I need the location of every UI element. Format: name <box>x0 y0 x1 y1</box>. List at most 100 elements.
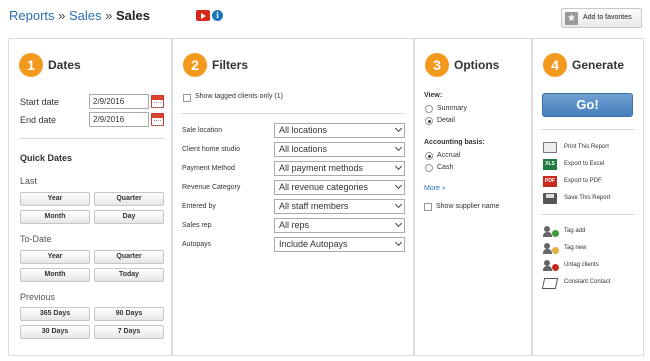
accounting-basis-label: Accounting basis: <box>424 139 485 146</box>
dates-title: Dates <box>48 58 81 72</box>
sale-location-select[interactable]: All locations <box>274 123 405 138</box>
filter-label: Payment Method <box>182 165 235 172</box>
tag-new-icon[interactable] <box>543 243 559 255</box>
plus-badge-icon <box>552 230 559 237</box>
go-button[interactable]: Go! <box>542 93 633 117</box>
more-options-link[interactable]: More » <box>424 185 446 192</box>
view-summary-radio[interactable] <box>425 105 433 113</box>
show-tagged-checkbox[interactable] <box>183 94 191 102</box>
generate-title: Generate <box>572 58 625 72</box>
info-icon[interactable]: i <box>212 10 223 21</box>
chevron-down-icon <box>394 124 403 133</box>
divider <box>541 214 635 215</box>
print-report-link[interactable]: Print This Report <box>564 144 609 150</box>
tag-add-link[interactable]: Tag add <box>564 228 585 234</box>
add-to-favorites-button[interactable]: ★ Add to favorites <box>561 8 642 28</box>
save-icon[interactable] <box>543 193 557 204</box>
chevron-down-icon <box>394 162 403 171</box>
options-panel: 3 Options View: Summary Detail Accounting… <box>414 38 532 356</box>
constant-contact-link[interactable]: Constant Contact <box>564 279 610 285</box>
filter-label: Entered by <box>182 203 216 210</box>
entered-by-select[interactable]: All staff members <box>274 199 405 214</box>
add-to-favorites-label: Add to favorites <box>583 14 632 21</box>
options-title: Options <box>454 58 500 72</box>
options-header: 3 Options <box>425 53 499 77</box>
breadcrumb-sales-link[interactable]: Sales <box>69 8 102 23</box>
breadcrumb-separator: » <box>54 8 69 23</box>
step-badge: 3 <box>425 53 449 77</box>
start-date-input[interactable]: 2/9/2016 <box>89 94 149 109</box>
untag-clients-link[interactable]: Untag clients <box>564 262 599 268</box>
breadcrumb-reports-link[interactable]: Reports <box>9 8 55 23</box>
select-value: All payment methods <box>279 163 364 173</box>
breadcrumb: Reports » Sales » Sales <box>9 8 150 23</box>
sales-rep-select[interactable]: All reps <box>274 218 405 233</box>
pdf-icon[interactable]: PDF <box>543 176 557 187</box>
to-date-year-button[interactable]: Year <box>20 250 90 264</box>
last-year-button[interactable]: Year <box>20 192 90 206</box>
last-quarter-button[interactable]: Quarter <box>94 192 164 206</box>
chevron-down-icon <box>394 238 403 247</box>
divider <box>541 129 635 130</box>
calendar-icon[interactable] <box>151 113 164 126</box>
excel-icon[interactable]: XLS <box>543 159 557 170</box>
export-pdf-link[interactable]: Export to PDF <box>564 178 602 184</box>
tag-new-link[interactable]: Tag new <box>564 245 586 251</box>
view-detail-radio[interactable] <box>425 117 433 125</box>
divider <box>19 138 165 139</box>
generate-header: 4 Generate <box>543 53 624 77</box>
select-value: All staff members <box>279 201 349 211</box>
previous-90-days-button[interactable]: 90 Days <box>94 307 164 321</box>
select-value: All locations <box>279 125 328 135</box>
show-supplier-checkbox[interactable] <box>424 203 432 211</box>
remove-badge-icon <box>552 264 559 271</box>
end-date-label: End date <box>20 115 57 125</box>
dates-header: 1 Dates <box>19 53 81 77</box>
last-day-button[interactable]: Day <box>94 210 164 224</box>
previous-7-days-button[interactable]: 7 Days <box>94 325 164 339</box>
filters-title: Filters <box>212 58 249 72</box>
divider <box>181 113 405 114</box>
to-date-month-button[interactable]: Month <box>20 268 90 282</box>
star-badge-icon <box>552 247 559 254</box>
autopays-select[interactable]: Include Autopays <box>274 237 405 252</box>
last-month-button[interactable]: Month <box>20 210 90 224</box>
filter-label: Revenue Category <box>182 184 241 191</box>
chevron-down-icon <box>394 219 403 228</box>
previous-365-days-button[interactable]: 365 Days <box>20 307 90 321</box>
accrual-radio[interactable] <box>425 152 433 160</box>
payment-method-select[interactable]: All payment methods <box>274 161 405 176</box>
star-icon: ★ <box>565 12 578 25</box>
end-date-input[interactable]: 2/9/2016 <box>89 112 149 127</box>
filters-header: 2 Filters <box>183 53 248 77</box>
view-summary-label: Summary <box>437 105 467 112</box>
top-bar: Reports » Sales » Sales i ★ Add to favor… <box>0 0 650 34</box>
dates-panel: 1 Dates Start date 2/9/2016 End date 2/9/… <box>8 38 172 356</box>
to-date-quarter-button[interactable]: Quarter <box>94 250 164 264</box>
step-badge: 2 <box>183 53 207 77</box>
youtube-icon[interactable] <box>196 10 210 21</box>
cash-radio[interactable] <box>425 164 433 172</box>
select-value: All reps <box>279 220 310 230</box>
save-report-link[interactable]: Save This Report <box>564 195 610 201</box>
previous-30-days-button[interactable]: 30 Days <box>20 325 90 339</box>
cash-label: Cash <box>437 164 454 171</box>
constant-contact-icon[interactable] <box>541 278 559 289</box>
filter-label: Sales rep <box>182 222 212 229</box>
show-tagged-label: Show tagged clients only (1) <box>195 93 283 100</box>
to-date-today-button[interactable]: Today <box>94 268 164 282</box>
filter-label: Sale location <box>182 127 223 134</box>
step-badge: 1 <box>19 53 43 77</box>
print-icon[interactable] <box>543 142 557 153</box>
calendar-icon[interactable] <box>151 95 164 108</box>
tag-add-icon[interactable] <box>543 226 559 238</box>
untag-clients-icon[interactable] <box>543 260 559 272</box>
step-badge: 4 <box>543 53 567 77</box>
to-date-label: To-Date <box>20 234 52 244</box>
accrual-label: Accrual <box>437 152 461 159</box>
filters-panel: 2 Filters Show tagged clients only (1) Sa… <box>172 38 414 356</box>
select-value: Include Autopays <box>279 239 348 249</box>
export-excel-link[interactable]: Export to Excel <box>564 161 604 167</box>
client-home-studio-select[interactable]: All locations <box>274 142 405 157</box>
revenue-category-select[interactable]: All revenue categories <box>274 180 405 195</box>
